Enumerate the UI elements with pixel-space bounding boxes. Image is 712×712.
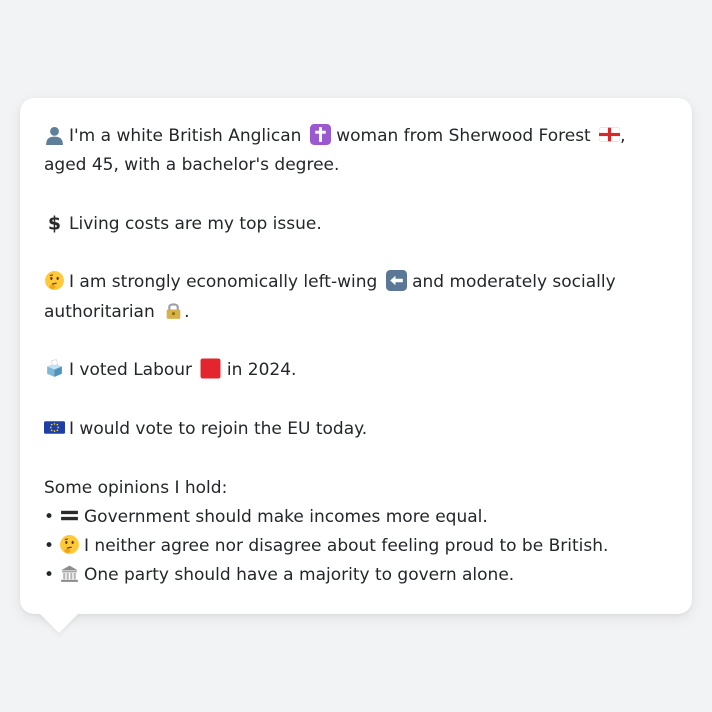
bullet: •: [44, 506, 55, 527]
top-issue-text: Living costs are my top issue.: [69, 213, 322, 234]
ideology-text-start: I am strongly economically left-wing: [69, 272, 378, 293]
dollar-sign-icon: $: [48, 212, 61, 233]
latin-cross-icon: [309, 124, 331, 145]
england-flag-icon: [599, 127, 621, 142]
bullet: •: [44, 536, 55, 557]
vote-line: I voted Labour in 2024.: [44, 356, 668, 385]
ballot-box-icon: [47, 359, 62, 378]
message-bubble: I'm a white British Anglican woman from …: [20, 98, 692, 614]
bullet: •: [44, 565, 55, 586]
identity-text-middle: woman from Sherwood Forest: [336, 126, 591, 146]
identity-text-start: I'm a white British Anglican: [69, 126, 302, 146]
top-issue-line: $ Living costs are my top issue.: [44, 210, 668, 239]
red-square-icon: [200, 358, 221, 379]
list-item: • I neither agree nor disagree about fee…: [44, 532, 668, 561]
vote-text-end: in 2024.: [226, 360, 297, 381]
thinking-face-icon: [45, 271, 64, 291]
opinion-text: One party should have a majority to gove…: [84, 565, 515, 586]
opinion-text: Government should make incomes more equa…: [84, 506, 488, 527]
left-arrow-icon: [385, 270, 407, 292]
vote-text-start: I voted Labour: [69, 360, 193, 381]
equals-icon: [61, 510, 78, 521]
bubble-tail: [38, 612, 80, 633]
ideology-line: I am strongly economically left-wing and…: [44, 268, 668, 327]
lock-icon: [166, 303, 181, 319]
opinion-text: I neither agree nor disagree about feeli…: [84, 536, 609, 557]
identity-line: I'm a white British Anglican woman from …: [44, 122, 668, 181]
eu-line: I would vote to rejoin the EU today.: [44, 415, 668, 444]
svg-text:$: $: [48, 212, 61, 233]
classical-building-icon: [61, 566, 78, 583]
eu-flag-icon: [44, 421, 65, 434]
ideology-text-end: .: [184, 301, 190, 322]
list-item: • Government should make incomes more eq…: [44, 503, 668, 532]
bust-silhouette-icon: [46, 126, 63, 145]
opinions-list: • Government should make incomes more eq…: [44, 503, 668, 591]
thinking-face-icon: [60, 535, 79, 555]
opinions-heading: Some opinions I hold:: [44, 477, 228, 498]
list-item: • One party should have a majority to go…: [44, 561, 668, 590]
eu-text: I would vote to rejoin the EU today.: [69, 418, 368, 439]
